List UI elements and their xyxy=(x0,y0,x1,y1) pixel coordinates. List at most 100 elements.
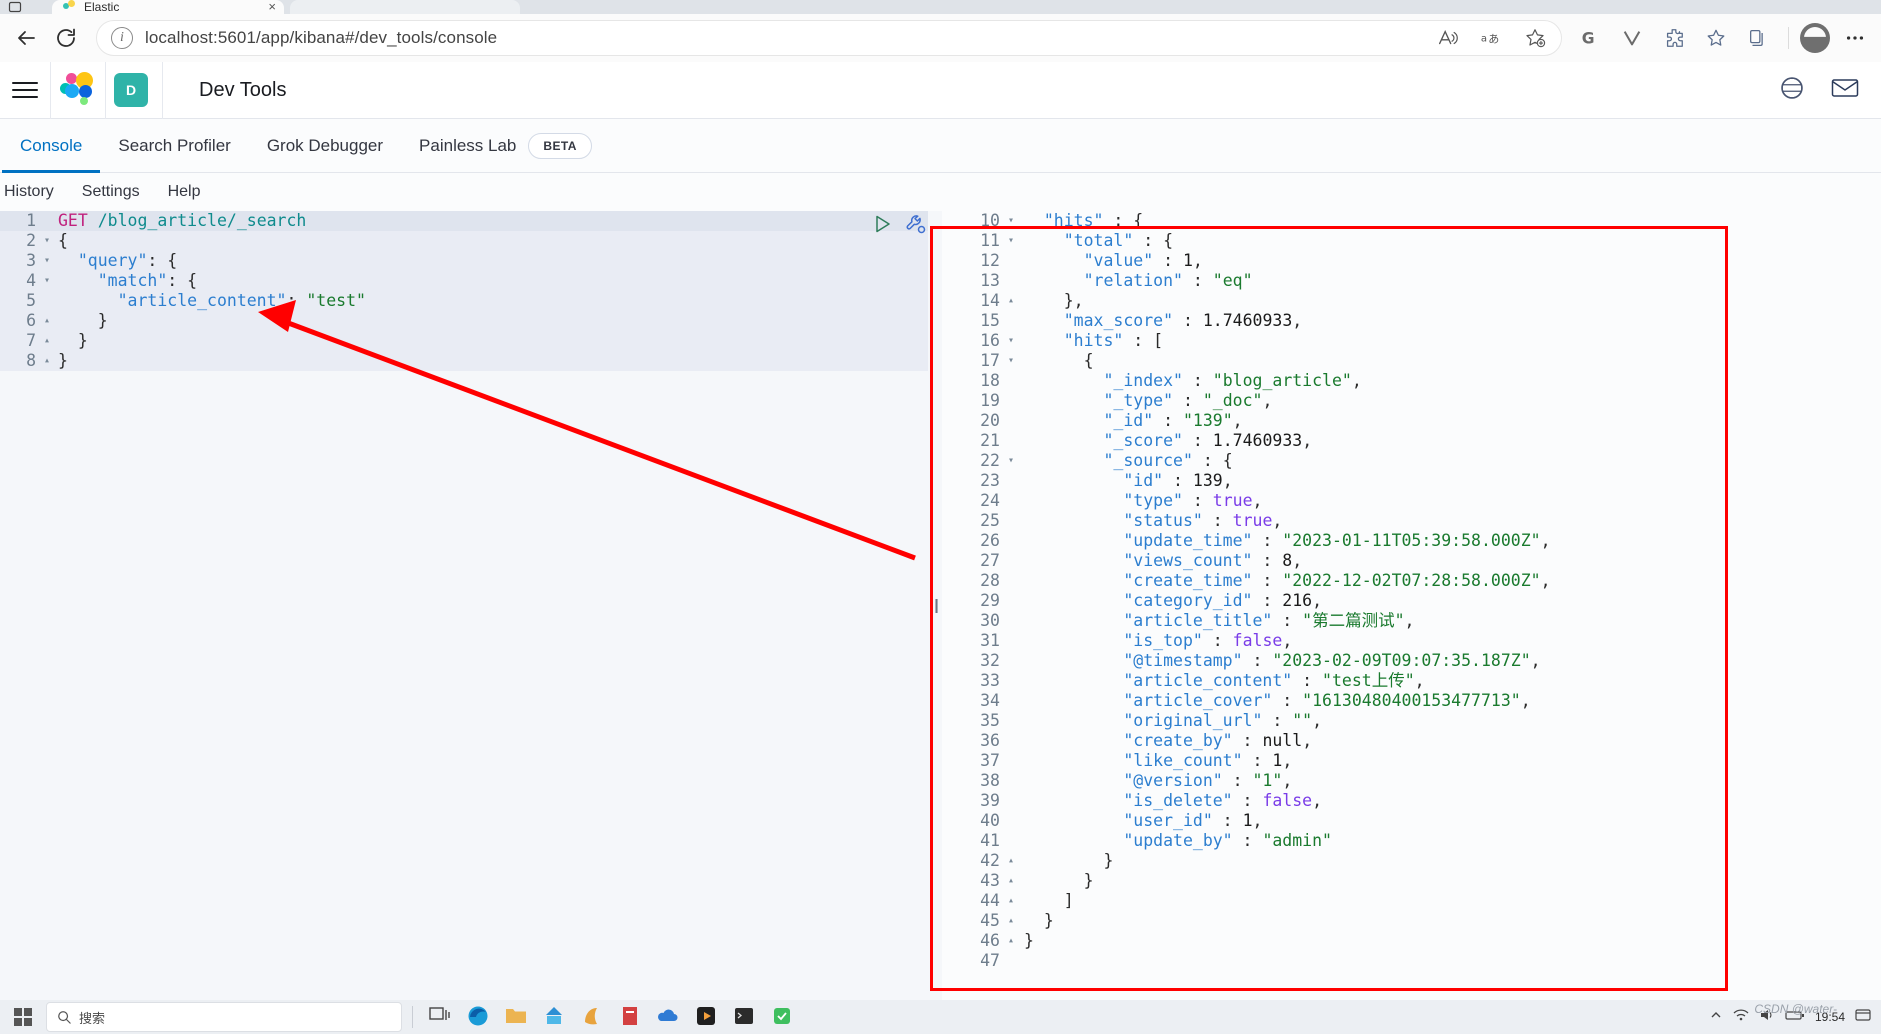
code-line[interactable]: 45 ▴ } xyxy=(942,911,1881,931)
code-line[interactable]: 24 "type" : true, xyxy=(942,491,1881,511)
close-icon[interactable]: × xyxy=(268,0,276,13)
code-line[interactable]: 21 "_score" : 1.7460933, xyxy=(942,431,1881,451)
tab-console[interactable]: Console xyxy=(2,119,101,173)
pane-splitter[interactable]: || xyxy=(928,211,942,1000)
play-button[interactable] xyxy=(872,213,894,240)
fold-toggle-icon[interactable]: ▾ xyxy=(1004,351,1018,371)
fold-toggle-icon[interactable]: ▴ xyxy=(1004,871,1018,891)
code-line[interactable]: 8 ▴} xyxy=(0,351,928,371)
code-line[interactable]: 42 ▴ } xyxy=(942,851,1881,871)
code-line[interactable]: 22 ▾ "_source" : { xyxy=(942,451,1881,471)
code-line[interactable]: 11 ▾ "total" : { xyxy=(942,231,1881,251)
code-line[interactable]: 39 "is_delete" : false, xyxy=(942,791,1881,811)
mail-icon[interactable] xyxy=(1831,76,1859,105)
code-line[interactable]: 1 GET /blog_article/_search xyxy=(0,211,928,231)
folder-icon[interactable] xyxy=(505,1005,529,1029)
space-badge[interactable]: D xyxy=(114,73,148,107)
code-line[interactable]: 20 "_id" : "139", xyxy=(942,411,1881,431)
collections-icon[interactable] xyxy=(1738,18,1778,58)
submenu-help[interactable]: Help xyxy=(168,183,201,201)
code-line[interactable]: 31 "is_top" : false, xyxy=(942,631,1881,651)
grammarly-extension-icon[interactable]: G xyxy=(1570,18,1610,58)
reload-button[interactable] xyxy=(46,18,86,58)
fold-toggle-icon[interactable]: ▾ xyxy=(1004,451,1018,471)
code-line[interactable]: 6 ▴ } xyxy=(0,311,928,331)
code-line[interactable]: 4 ▾ "match": { xyxy=(0,271,928,291)
code-line[interactable]: 7 ▴ } xyxy=(0,331,928,351)
office-icon[interactable] xyxy=(581,1005,605,1029)
site-info-icon[interactable]: i xyxy=(111,27,133,49)
wrench-icon[interactable] xyxy=(904,212,928,241)
fold-toggle-icon[interactable]: ▴ xyxy=(40,351,54,371)
settings-more-icon[interactable] xyxy=(1835,18,1875,58)
code-line[interactable]: 12 "value" : 1, xyxy=(942,251,1881,271)
response-lines[interactable]: 10 ▾ "hits" : {11 ▾ "total" : {12 "value" … xyxy=(942,211,1881,971)
profile-avatar-icon[interactable] xyxy=(1795,18,1835,58)
translate-icon[interactable]: a あ xyxy=(1471,18,1511,58)
code-line[interactable]: 14 ▴ }, xyxy=(942,291,1881,311)
code-line[interactable]: 15 "max_score" : 1.7460933, xyxy=(942,311,1881,331)
code-line[interactable]: 25 "status" : true, xyxy=(942,511,1881,531)
notification-center-icon[interactable] xyxy=(1855,1008,1871,1027)
code-line[interactable]: 5 "article_content": "test" xyxy=(0,291,928,311)
code-line[interactable]: 33 "article_content" : "test上传", xyxy=(942,671,1881,691)
code-line[interactable]: 17 ▾ { xyxy=(942,351,1881,371)
code-line[interactable]: 38 "@version" : "1", xyxy=(942,771,1881,791)
browser-tab-active[interactable]: Elastic × xyxy=(52,0,284,14)
notes-icon[interactable] xyxy=(771,1005,795,1029)
media-player-icon[interactable] xyxy=(695,1005,719,1029)
fold-toggle-icon[interactable]: ▴ xyxy=(1004,891,1018,911)
code-line[interactable]: 18 "_index" : "blog_article", xyxy=(942,371,1881,391)
fold-toggle-icon[interactable]: ▾ xyxy=(1004,331,1018,351)
fold-toggle-icon[interactable]: ▾ xyxy=(40,231,54,251)
help-icon[interactable] xyxy=(1779,75,1805,106)
code-line[interactable]: 30 "article_title" : "第二篇测试", xyxy=(942,611,1881,631)
submenu-settings[interactable]: Settings xyxy=(82,183,140,201)
menu-toggle[interactable] xyxy=(8,73,42,107)
back-button[interactable] xyxy=(6,18,46,58)
response-viewer[interactable]: 200 - OK 29 ms 10▾ "hits" : {11▾ "total"… xyxy=(942,211,1881,1000)
code-line[interactable]: 32 "@timestamp" : "2023-02-09T09:07:35.1… xyxy=(942,651,1881,671)
fold-toggle-icon[interactable]: ▴ xyxy=(1004,931,1018,951)
read-aloud-icon[interactable] xyxy=(1427,18,1467,58)
start-button[interactable] xyxy=(0,1008,46,1026)
code-line[interactable]: 37 "like_count" : 1, xyxy=(942,751,1881,771)
code-line[interactable]: 46 ▴} xyxy=(942,931,1881,951)
code-line[interactable]: 2 ▾{ xyxy=(0,231,928,251)
tab-overview-button[interactable] xyxy=(8,0,42,14)
code-line[interactable]: 44 ▴ ] xyxy=(942,891,1881,911)
fold-toggle-icon[interactable]: ▴ xyxy=(40,331,54,351)
vimium-extension-icon[interactable] xyxy=(1612,18,1652,58)
tab-search-profiler[interactable]: Search Profiler xyxy=(100,119,248,173)
store-icon[interactable] xyxy=(543,1005,567,1029)
tab-painless-lab[interactable]: Painless Lab xyxy=(401,119,534,173)
extensions-puzzle-icon[interactable] xyxy=(1654,18,1694,58)
code-line[interactable]: 41 "update_by" : "admin" xyxy=(942,831,1881,851)
fold-toggle-icon[interactable]: ▴ xyxy=(1004,851,1018,871)
code-line[interactable]: 19 "_type" : "_doc", xyxy=(942,391,1881,411)
tray-chevron-icon[interactable] xyxy=(1709,1008,1723,1027)
fold-toggle-icon[interactable]: ▴ xyxy=(1004,291,1018,311)
tab-grok-debugger[interactable]: Grok Debugger xyxy=(249,119,401,173)
elastic-logo[interactable] xyxy=(59,71,97,109)
code-line[interactable]: 23 "id" : 139, xyxy=(942,471,1881,491)
request-editor[interactable]: 1 GET /blog_article/_search 2 ▾{3 ▾ "query":… xyxy=(0,211,928,1000)
fold-toggle-icon[interactable]: ▾ xyxy=(1004,231,1018,251)
code-line[interactable]: 16 ▾ "hits" : [ xyxy=(942,331,1881,351)
code-line[interactable]: 10 ▾ "hits" : { xyxy=(942,211,1881,231)
add-favorite-icon[interactable] xyxy=(1515,18,1555,58)
terminal-icon[interactable] xyxy=(733,1005,757,1029)
fold-toggle-icon[interactable]: ▾ xyxy=(40,251,54,271)
favorites-icon[interactable] xyxy=(1696,18,1736,58)
code-line[interactable]: 43 ▴ } xyxy=(942,871,1881,891)
browser-tab-inactive[interactable] xyxy=(290,0,520,14)
code-line[interactable]: 29 "category_id" : 216, xyxy=(942,591,1881,611)
address-bar[interactable]: i localhost:5601/app/kibana#/dev_tools/c… xyxy=(96,20,1562,56)
code-line[interactable]: 28 "create_time" : "2022-12-02T07:28:58.… xyxy=(942,571,1881,591)
code-line[interactable]: 35 "original_url" : "", xyxy=(942,711,1881,731)
fold-toggle-icon[interactable]: ▴ xyxy=(1004,911,1018,931)
code-line[interactable]: 13 "relation" : "eq" xyxy=(942,271,1881,291)
code-line[interactable]: 3 ▾ "query": { xyxy=(0,251,928,271)
taskbar-search[interactable]: 搜索 xyxy=(46,1002,402,1032)
fold-toggle-icon[interactable]: ▴ xyxy=(40,311,54,331)
